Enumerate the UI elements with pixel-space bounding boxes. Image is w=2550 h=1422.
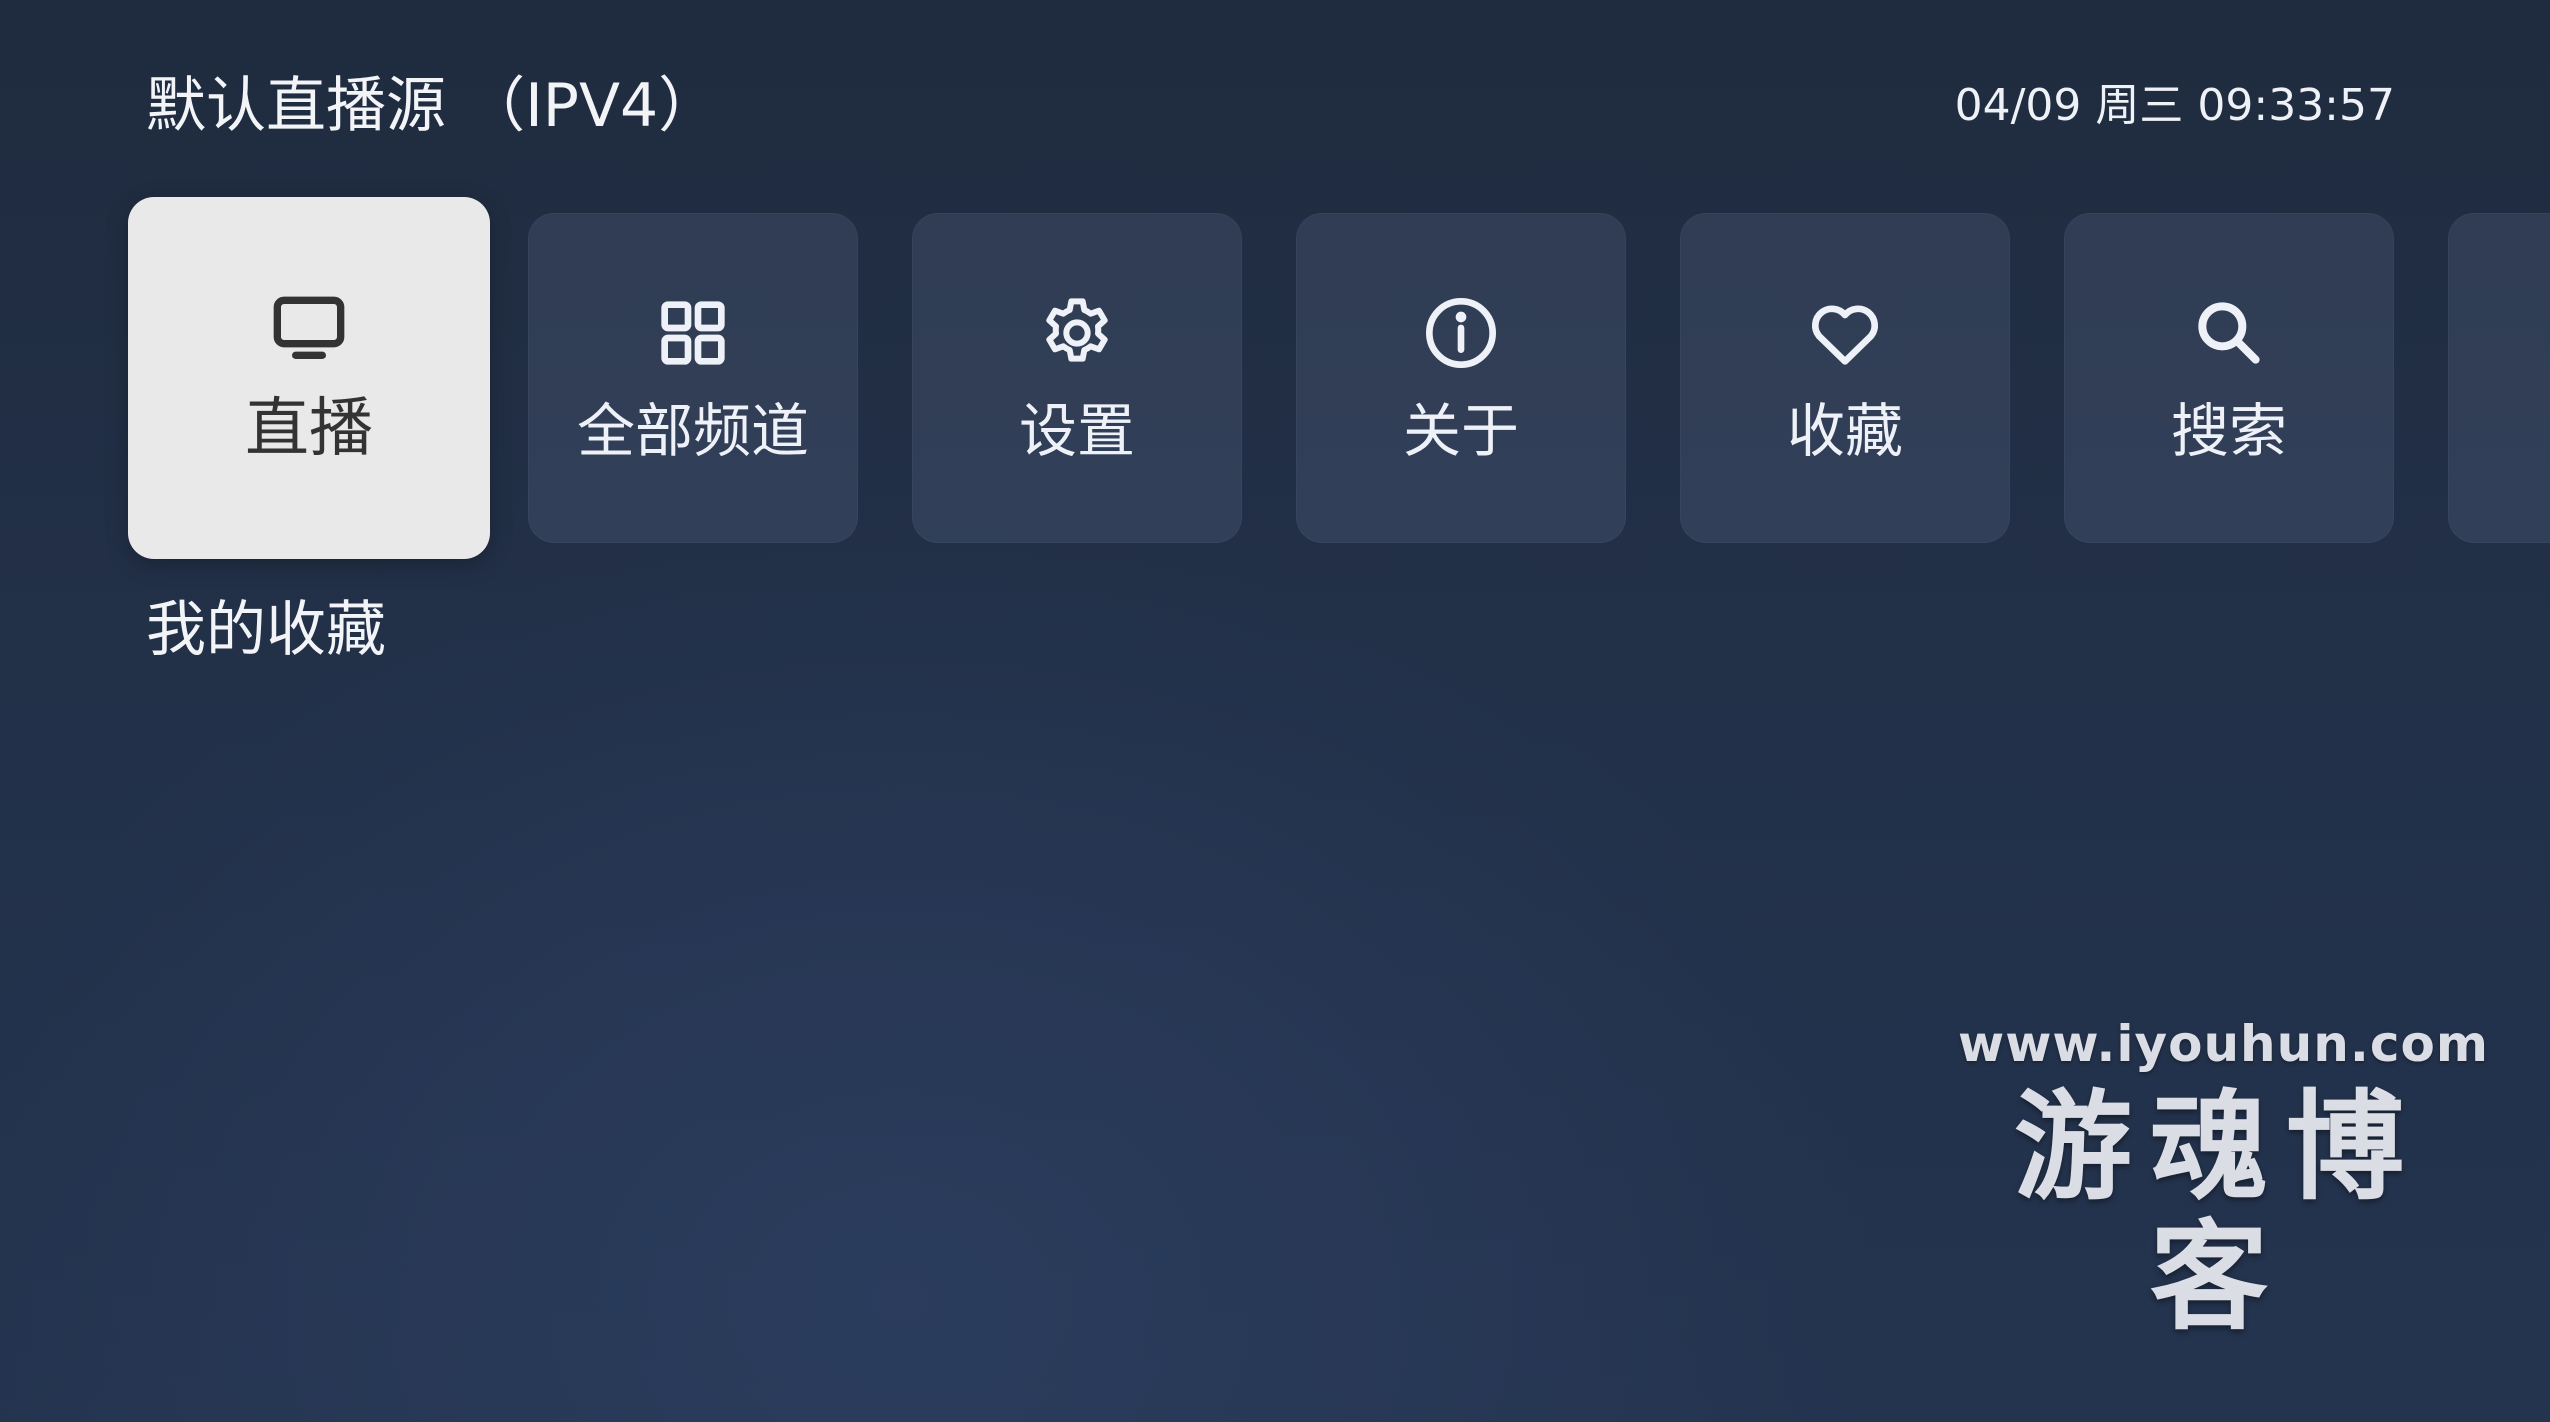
- grid-icon: [653, 293, 733, 373]
- gear-icon: [1037, 293, 1117, 373]
- section-title-favorites: 我的收藏: [146, 595, 386, 665]
- menu-item-label: 直播: [245, 392, 373, 466]
- menu-item-label: 收藏: [1786, 397, 1903, 465]
- search-icon: [2189, 293, 2269, 373]
- menu-item-label: 全部频道: [576, 397, 809, 465]
- menu-item-label: 搜索: [2170, 397, 2287, 465]
- watermark-name: 游魂博客: [2013, 1077, 2422, 1346]
- menu-item-label: 设置: [1018, 397, 1135, 465]
- watermark-url: www.iyouhun.com: [1958, 1015, 2489, 1073]
- menu-item-label: 关于: [1402, 397, 1519, 465]
- menu-item-about[interactable]: 关于: [1296, 213, 1626, 543]
- watermark: www.iyouhun.com 游魂博客: [1958, 1014, 2489, 1346]
- menu-item-settings[interactable]: 设置: [912, 213, 1242, 543]
- info-icon: [1421, 293, 1501, 373]
- menu-item-all-channels[interactable]: 全部频道: [528, 213, 858, 543]
- menu-item-search[interactable]: 搜索: [2064, 213, 2394, 543]
- menu-item-favorites[interactable]: 收藏: [1680, 213, 2010, 543]
- menu-item-more[interactable]: 多: [2448, 213, 2550, 543]
- tv-icon: [269, 287, 349, 367]
- main-menu: 直播 全部频道 设置 关于 收藏 搜索: [0, 0, 2550, 600]
- heart-icon: [1805, 293, 1885, 373]
- menu-item-live[interactable]: 直播: [128, 197, 490, 559]
